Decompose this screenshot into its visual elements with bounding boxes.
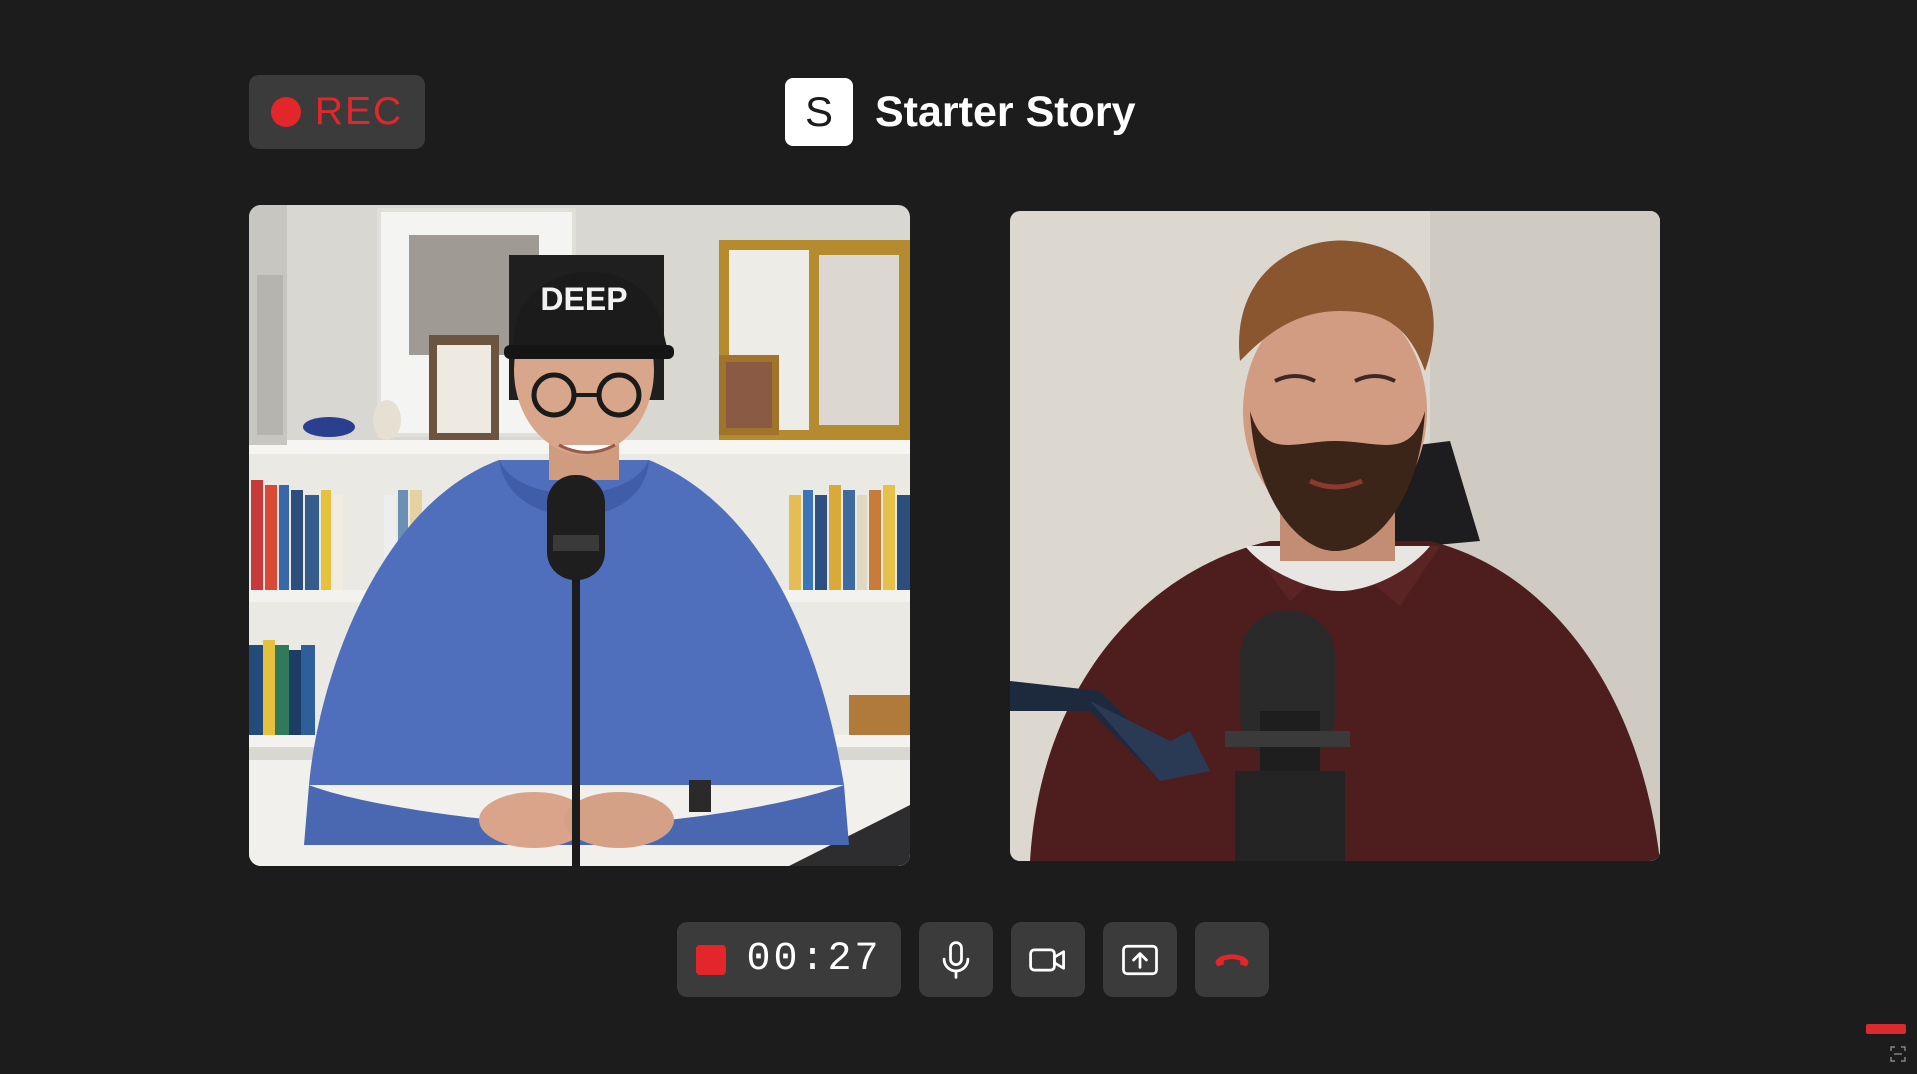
video-call-screen: REC S Starter Story DEEP 00:27 [0,0,1917,1074]
brand-logo: S [785,78,853,146]
participant-video-left-feed: DEEP [249,205,910,866]
fullscreen-icon[interactable] [1890,1046,1906,1062]
participant-video-right[interactable] [1010,211,1660,861]
recording-badge: REC [249,75,425,149]
share-screen-button[interactable] [1103,922,1177,997]
stop-square-icon [696,944,727,975]
share-screen-icon [1122,944,1158,975]
participant-video-left[interactable]: DEEP [249,205,910,866]
stop-recording-button[interactable]: 00:27 [677,922,901,997]
end-call-button[interactable] [1195,922,1269,997]
call-controls: 00:27 [677,922,1269,997]
svg-text:DEEP: DEEP [540,281,627,317]
recording-label: REC [314,90,404,133]
camera-button[interactable] [1011,922,1085,997]
microphone-button[interactable] [919,922,993,997]
brand: S Starter Story [785,78,1135,146]
brand-name: Starter Story [875,87,1136,136]
recording-timer: 00:27 [746,937,882,982]
participant-video-right-feed [1010,211,1660,861]
brand-logo-letter: S [804,88,833,135]
end-call-icon [1215,954,1249,966]
microphone-icon [942,940,970,979]
video-camera-icon [1029,948,1065,971]
subscribe-badge[interactable] [1866,1024,1906,1034]
record-dot-icon [270,97,301,127]
